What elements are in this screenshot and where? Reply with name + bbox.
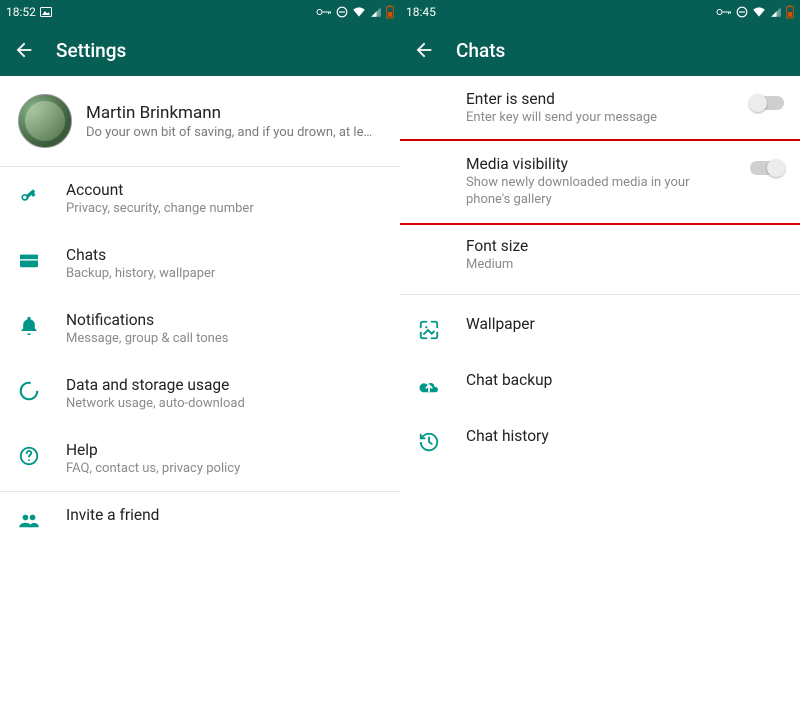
divider [400, 294, 800, 295]
dnd-icon [336, 6, 348, 18]
item-title: Chat history [466, 427, 784, 445]
item-title: Enter is send [466, 90, 726, 108]
signal-icon [370, 6, 382, 18]
chats-action-backup[interactable]: Chat backup [400, 357, 800, 413]
settings-screen: 18:52 Settings Martin Brinkmann [0, 0, 400, 711]
chats-item-enter-is-send[interactable]: Enter is send Enter key will send your m… [400, 76, 800, 141]
item-sub: Show newly downloaded media in your phon… [466, 175, 726, 209]
help-icon [16, 443, 42, 469]
item-title: Account [66, 181, 384, 199]
item-sub: Privacy, security, change number [66, 201, 384, 218]
item-sub: Medium [466, 257, 784, 274]
item-title: Help [66, 441, 384, 459]
chats-item-media-visibility[interactable]: Media visibility Show newly downloaded m… [400, 141, 800, 223]
vpn-key-icon [316, 7, 332, 17]
chats-item-font-size[interactable]: Font size Medium [400, 223, 800, 288]
statusbar-left: 18:52 [0, 0, 400, 24]
status-time: 18:45 [406, 5, 436, 19]
settings-item-invite[interactable]: Invite a friend [0, 492, 400, 548]
item-title: Font size [466, 237, 784, 255]
wallpaper-icon [416, 317, 442, 343]
battery-icon [786, 5, 794, 19]
item-title: Chats [66, 246, 384, 264]
item-title: Wallpaper [466, 315, 784, 333]
chats-screen: 18:45 Chats Enter is send Enter key will… [400, 0, 800, 711]
item-sub: Network usage, auto-download [66, 396, 384, 413]
wifi-icon [752, 6, 766, 18]
settings-item-notifications[interactable]: Notifications Message, group & call tone… [0, 297, 400, 362]
appbar-title: Settings [56, 39, 126, 62]
settings-item-account[interactable]: Account Privacy, security, change number [0, 167, 400, 232]
profile-name: Martin Brinkmann [86, 103, 372, 123]
appbar-title: Chats [456, 39, 505, 62]
profile-status: Do your own bit of saving, and if you dr… [86, 125, 372, 140]
toggle-enter-is-send[interactable] [750, 96, 784, 110]
item-sub: Enter key will send your message [466, 110, 726, 127]
chats-action-history[interactable]: Chat history [400, 413, 800, 469]
appbar-settings: Settings [0, 24, 400, 76]
chats-action-wallpaper[interactable]: Wallpaper [400, 301, 800, 357]
settings-item-chats[interactable]: Chats Backup, history, wallpaper [0, 232, 400, 297]
status-time: 18:52 [6, 5, 36, 19]
item-sub: FAQ, contact us, privacy policy [66, 461, 384, 478]
item-title: Chat backup [466, 371, 784, 389]
signal-icon [770, 6, 782, 18]
profile-row[interactable]: Martin Brinkmann Do your own bit of savi… [0, 76, 400, 166]
battery-icon [386, 5, 394, 19]
data-usage-icon [16, 378, 42, 404]
settings-item-help[interactable]: Help FAQ, contact us, privacy policy [0, 427, 400, 492]
item-sub: Message, group & call tones [66, 331, 384, 348]
item-title: Notifications [66, 311, 384, 329]
statusbar-right: 18:45 [400, 0, 800, 24]
item-title: Invite a friend [66, 506, 384, 524]
item-title: Data and storage usage [66, 376, 384, 394]
avatar [18, 94, 72, 148]
appbar-chats: Chats [400, 24, 800, 76]
cloud-upload-icon [416, 373, 442, 399]
people-icon [16, 508, 42, 534]
back-button[interactable] [12, 38, 36, 62]
media-visibility-highlight: Media visibility Show newly downloaded m… [400, 139, 800, 225]
vpn-key-icon [716, 7, 732, 17]
settings-item-data[interactable]: Data and storage usage Network usage, au… [0, 362, 400, 427]
item-sub: Backup, history, wallpaper [66, 266, 384, 283]
dnd-icon [736, 6, 748, 18]
picture-icon [40, 7, 52, 17]
item-title: Media visibility [466, 155, 726, 173]
bell-icon [16, 313, 42, 339]
chat-icon [16, 248, 42, 274]
toggle-media-visibility[interactable] [750, 161, 784, 175]
history-icon [416, 429, 442, 455]
back-button[interactable] [412, 38, 436, 62]
wifi-icon [352, 6, 366, 18]
key-icon [16, 183, 42, 209]
